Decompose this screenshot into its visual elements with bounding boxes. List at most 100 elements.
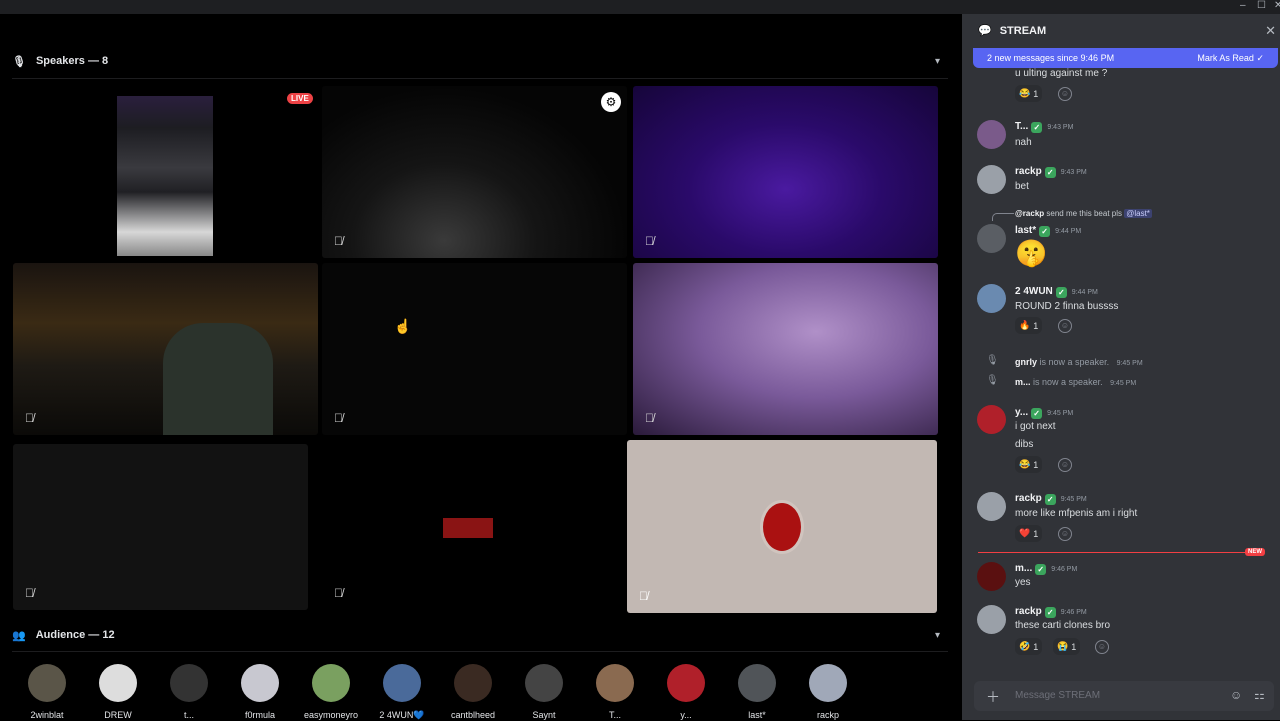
add-reaction-icon[interactable]: ☺ bbox=[1058, 458, 1072, 472]
system-user[interactable]: gnrly bbox=[1015, 357, 1037, 367]
reaction-count: 1 bbox=[1071, 641, 1077, 652]
add-reaction-icon[interactable]: ☺ bbox=[1058, 87, 1072, 101]
audience-divider bbox=[12, 651, 948, 652]
reaction[interactable]: 🤣 1 bbox=[1015, 638, 1043, 655]
author-name: rackp bbox=[1015, 493, 1042, 504]
audience-member[interactable]: T... bbox=[580, 662, 650, 720]
message-text: these carti clones bro bbox=[1015, 620, 1111, 631]
audience-member[interactable]: y... bbox=[651, 662, 721, 720]
settings-icon[interactable]: ⚙ bbox=[601, 92, 621, 112]
avatar[interactable] bbox=[977, 492, 1006, 521]
emoji-picker-icon[interactable]: ☺ bbox=[1230, 688, 1242, 702]
chat-panel: 💬 STREAM ✕ 2 new messages since 9:46 PM … bbox=[962, 14, 1280, 720]
message-author[interactable]: rackp ✓ 9:46 PM bbox=[1015, 606, 1087, 618]
muted-mic-icon: 🎙̸ bbox=[334, 411, 343, 425]
message-author[interactable]: last* ✓ 9:44 PM bbox=[1015, 225, 1081, 237]
speakers-collapse-chevron-icon[interactable]: ▾ bbox=[935, 56, 940, 67]
audience-header[interactable]: 👥 Audience — 12 bbox=[12, 625, 115, 645]
reaction[interactable]: 😂 1 bbox=[1015, 456, 1043, 473]
audience-member[interactable]: Saynt bbox=[509, 662, 579, 720]
avatar[interactable] bbox=[977, 120, 1006, 149]
avatar[interactable] bbox=[977, 224, 1006, 253]
microphone-icon: 🎙 bbox=[12, 55, 26, 68]
avatar[interactable] bbox=[977, 165, 1006, 194]
message-author[interactable]: rackp ✓ 9:43 PM bbox=[1015, 166, 1087, 178]
message-composer[interactable]: ＋ Message STREAM ☺ ⚏ bbox=[974, 681, 1274, 711]
speaker-tile-2[interactable]: ⚙ 🎙̸ bbox=[322, 86, 627, 258]
new-messages-banner[interactable]: 2 new messages since 9:46 PM Mark As Rea… bbox=[973, 48, 1278, 68]
audience-member[interactable]: 2winblat bbox=[12, 662, 82, 720]
close-chat-icon[interactable]: ✕ bbox=[1265, 23, 1276, 39]
audience-member[interactable]: easymoneyro bbox=[296, 662, 366, 720]
message-time: 9:44 PM bbox=[1055, 228, 1082, 235]
mention[interactable]: @last* bbox=[1124, 209, 1152, 218]
audience-member[interactable]: 2 4WUN💙 bbox=[367, 662, 437, 721]
close-window-button[interactable]: ✕ bbox=[1274, 0, 1280, 12]
message-time: 9:45 PM bbox=[1110, 380, 1137, 387]
add-reaction-icon[interactable]: ☺ bbox=[1058, 527, 1072, 541]
message-text: nah bbox=[1015, 137, 1032, 148]
message-time: 9:43 PM bbox=[1047, 124, 1074, 131]
speaker-tile-5[interactable]: ☝ 🎙̸ bbox=[322, 263, 627, 435]
avatar bbox=[312, 664, 350, 702]
speaker-tile-6[interactable]: 🎙̸ bbox=[633, 263, 938, 435]
reaction[interactable]: ❤️ 1 bbox=[1015, 525, 1043, 542]
reaction[interactable]: 😂 1 bbox=[1015, 85, 1043, 102]
audience-member[interactable]: DREW bbox=[83, 662, 153, 720]
message-author[interactable]: 2 4WUN ✓ 9:44 PM bbox=[1015, 286, 1098, 298]
audience-member[interactable]: t... bbox=[154, 662, 224, 720]
reaction[interactable]: 🔥 1 bbox=[1015, 317, 1043, 334]
mark-as-read-button[interactable]: Mark As Read ✓ bbox=[1197, 53, 1264, 64]
reply-preview[interactable]: @rackp send me this beat pls @last* bbox=[1015, 209, 1152, 218]
mark-read-icon: ✓ bbox=[1256, 52, 1264, 63]
author-name: T... bbox=[1015, 121, 1029, 132]
chat-channel-title: STREAM bbox=[999, 24, 1047, 37]
add-reaction-icon[interactable]: ☺ bbox=[1058, 319, 1072, 333]
message-time: 9:45 PM bbox=[1047, 410, 1074, 417]
message-time: 9:46 PM bbox=[1051, 566, 1078, 573]
minimize-button[interactable]: – bbox=[1240, 0, 1246, 12]
avatar[interactable] bbox=[977, 405, 1006, 434]
verified-badge-icon: ✓ bbox=[1035, 564, 1047, 575]
message-author[interactable]: T... ✓ 9:43 PM bbox=[1015, 121, 1073, 133]
audience-member-name: 2 4WUN💙 bbox=[379, 710, 425, 720]
message-author[interactable]: m... ✓ 9:46 PM bbox=[1015, 563, 1077, 575]
audience-member[interactable]: rackp bbox=[793, 662, 863, 720]
title-bar: – ☐ ✕ bbox=[0, 0, 1280, 14]
speaker-figure bbox=[163, 323, 273, 435]
message-author[interactable]: rackp ✓ 9:45 PM bbox=[1015, 493, 1087, 505]
avatar[interactable] bbox=[977, 562, 1006, 591]
speaker-tile-8[interactable]: 🎙̸ bbox=[322, 444, 627, 610]
message-text: u ulting against me ? bbox=[1015, 68, 1108, 79]
reaction-emoji: 😭 bbox=[1057, 641, 1069, 651]
audience-member-name: cantblheed bbox=[450, 710, 496, 720]
speaker-tile-7[interactable]: 🎙̸ bbox=[13, 444, 308, 610]
system-message: m... is now a speaker. 9:45 PM bbox=[1015, 377, 1136, 387]
avatar bbox=[454, 664, 492, 702]
add-reaction-icon[interactable]: ☺ bbox=[1095, 640, 1109, 654]
message-input[interactable]: Message STREAM bbox=[1015, 690, 1100, 701]
speaker-tile-screenshare[interactable]: LIVE bbox=[13, 86, 318, 258]
avatar[interactable] bbox=[977, 284, 1006, 313]
reaction-emoji: 🔥 bbox=[1019, 320, 1031, 330]
audience-member-name: y... bbox=[680, 710, 692, 720]
audience-member[interactable]: last* bbox=[722, 662, 792, 720]
audience-collapse-chevron-icon[interactable]: ▾ bbox=[935, 630, 940, 641]
author-name: rackp bbox=[1015, 606, 1042, 617]
add-attachment-icon[interactable]: ＋ bbox=[986, 687, 1000, 707]
speaker-tile-9[interactable]: 🎙̸ bbox=[627, 440, 937, 613]
audience-member[interactable]: cantblheed bbox=[438, 662, 508, 720]
apps-icon[interactable]: ⚏ bbox=[1254, 688, 1265, 702]
system-user[interactable]: m... bbox=[1015, 377, 1031, 387]
avatar[interactable] bbox=[977, 605, 1006, 634]
audience-member[interactable]: f0rmula bbox=[225, 662, 295, 720]
speaker-tile-3[interactable]: 🎙̸ bbox=[633, 86, 938, 258]
speakers-header[interactable]: 🎙 Speakers — 8 bbox=[12, 51, 108, 71]
avatar bbox=[667, 664, 705, 702]
system-text: is now a speaker. bbox=[1039, 357, 1110, 367]
speaker-tile-4[interactable]: 🎙̸ bbox=[13, 263, 318, 435]
muted-mic-icon: 🎙̸ bbox=[334, 234, 343, 248]
maximize-button[interactable]: ☐ bbox=[1257, 0, 1266, 12]
message-author[interactable]: y... ✓ 9:45 PM bbox=[1015, 407, 1073, 419]
reaction[interactable]: 😭 1 bbox=[1053, 638, 1081, 655]
